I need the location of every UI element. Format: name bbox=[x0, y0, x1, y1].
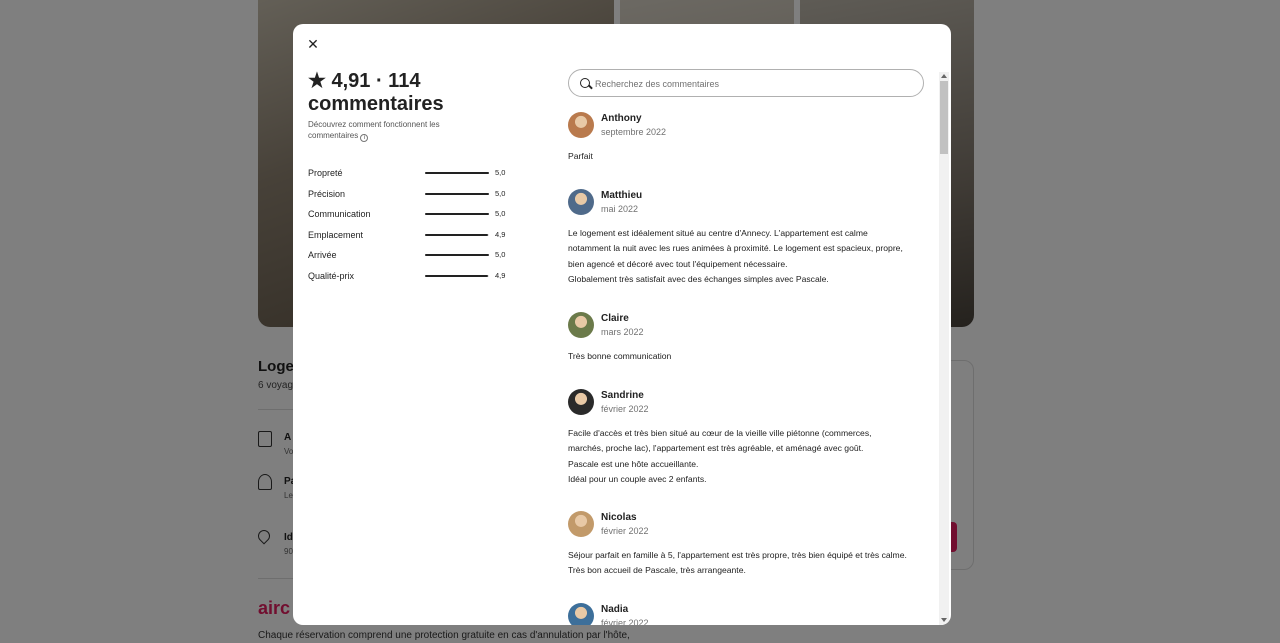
review-date: février 2022 bbox=[601, 404, 649, 414]
reviews-modal: ✕ ★ 4,91 · 114 commentaires Découvrez co… bbox=[293, 24, 951, 625]
reviewer-name: Sandrine bbox=[601, 390, 644, 401]
review-date: mai 2022 bbox=[601, 204, 639, 214]
avatar[interactable] bbox=[568, 389, 594, 415]
search-icon bbox=[580, 78, 590, 88]
how-reviews-text: Découvrez comment fonctionnent les comme… bbox=[308, 120, 440, 140]
review-date: mars 2022 bbox=[601, 327, 644, 337]
category-bar-fill bbox=[425, 172, 489, 174]
review-count: commentaires bbox=[308, 93, 444, 115]
reviewer-name: Claire bbox=[601, 313, 629, 324]
category-row: Précision 5,0 bbox=[308, 189, 508, 210]
category-value: 5,0 bbox=[495, 250, 506, 259]
category-bar bbox=[425, 233, 489, 236]
review-text: Le logement est idéalement situé au cent… bbox=[568, 228, 903, 284]
category-bar-fill bbox=[425, 233, 488, 236]
category-bar-fill bbox=[425, 274, 488, 277]
category-row: Communication 5,0 bbox=[308, 209, 508, 230]
scrollbar[interactable] bbox=[939, 72, 949, 625]
review-date: septembre 2022 bbox=[601, 127, 667, 137]
reviewer-name: Matthieu bbox=[601, 190, 643, 201]
category-value: 4,9 bbox=[495, 229, 506, 239]
category-value: 5,0 bbox=[495, 209, 506, 218]
reviewer-name: Anthony bbox=[601, 113, 642, 124]
info-icon: i bbox=[360, 134, 369, 142]
review-date: février 2022 bbox=[601, 526, 649, 536]
category-bar-fill bbox=[425, 192, 489, 195]
category-label: Communication bbox=[308, 209, 371, 219]
review-text: Très bonne communication bbox=[568, 351, 672, 361]
avatar[interactable] bbox=[568, 603, 594, 625]
review-text: Séjour parfait en famille à 5, l'apparte… bbox=[568, 550, 907, 576]
avatar[interactable] bbox=[568, 112, 594, 138]
search-input[interactable] bbox=[595, 76, 915, 91]
category-bar-fill bbox=[425, 254, 489, 256]
category-label: Qualité-prix bbox=[308, 270, 355, 281]
scroll-down-icon[interactable] bbox=[941, 618, 947, 622]
category-label: Emplacement bbox=[308, 229, 364, 240]
category-bar bbox=[425, 213, 489, 215]
review-text: Facile d'accès et très bien situé au cœu… bbox=[568, 428, 872, 484]
category-bar-fill bbox=[425, 213, 489, 215]
category-row: Arrivée 5,0 bbox=[308, 250, 508, 271]
category-row: Propreté 5,0 bbox=[308, 168, 508, 189]
rating-score: ★ 4,91 · 114 bbox=[308, 70, 421, 92]
scroll-thumb[interactable] bbox=[940, 81, 948, 154]
category-label: Arrivée bbox=[308, 250, 337, 260]
reviewer-name: Nadia bbox=[601, 604, 629, 615]
category-ratings: Propreté 5,0 Précision 5,0 Communication 5,0 E… bbox=[308, 168, 508, 291]
category-bar bbox=[425, 254, 489, 256]
category-label: Propreté bbox=[308, 168, 343, 178]
review-text: Parfait bbox=[568, 151, 593, 161]
category-value: 4,9 bbox=[495, 270, 506, 280]
avatar[interactable] bbox=[568, 189, 594, 215]
rating-summary: ★ 4,91 · 114 commentaires Découvrez comm… bbox=[308, 70, 508, 142]
category-bar bbox=[425, 274, 489, 277]
avatar[interactable] bbox=[568, 511, 594, 537]
category-label: Précision bbox=[308, 188, 346, 199]
how-reviews-link[interactable]: Découvrez comment fonctionnent les comme… bbox=[308, 119, 478, 142]
search-box[interactable] bbox=[568, 69, 924, 97]
review-date: février 2022 bbox=[601, 618, 649, 625]
avatar[interactable] bbox=[568, 312, 594, 338]
category-row: Qualité-prix 4,9 bbox=[308, 271, 508, 292]
scroll-up-icon[interactable] bbox=[941, 74, 947, 78]
category-bar bbox=[425, 192, 489, 195]
category-bar bbox=[425, 172, 489, 174]
category-row: Emplacement 4,9 bbox=[308, 230, 508, 251]
close-icon[interactable]: ✕ bbox=[305, 36, 321, 52]
category-value: 5,0 bbox=[495, 188, 506, 198]
reviewer-name: Nicolas bbox=[601, 512, 637, 523]
category-value: 5,0 bbox=[495, 168, 506, 177]
rating-headline: ★ 4,91 · 114 commentaires bbox=[308, 70, 508, 116]
